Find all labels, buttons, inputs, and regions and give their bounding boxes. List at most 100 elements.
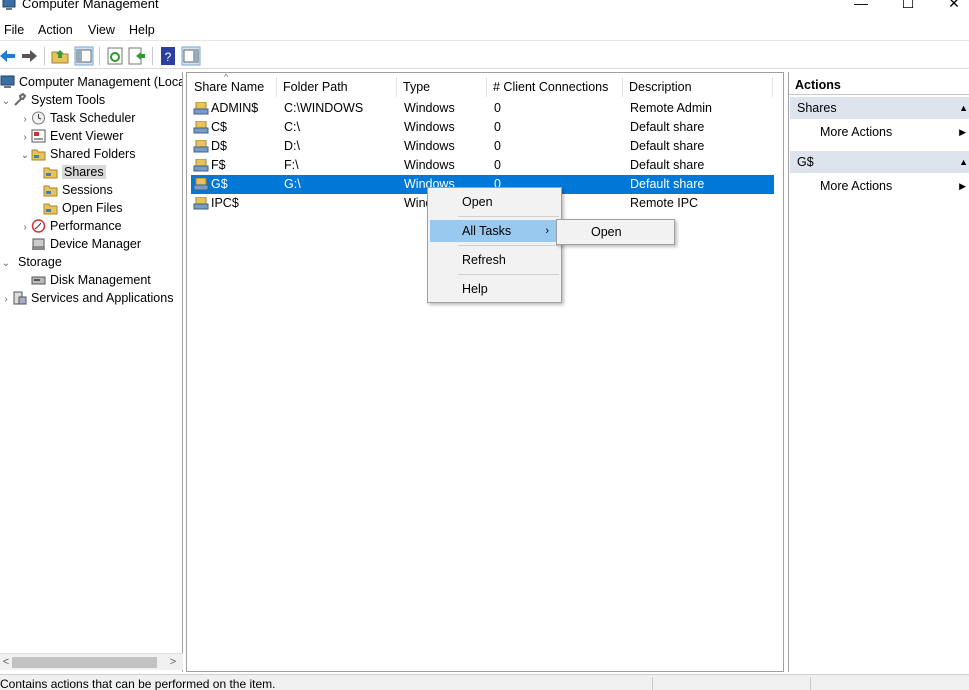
action-more-actions-shares[interactable]: More Actions ▶ <box>820 122 969 142</box>
scroll-right-icon[interactable]: > <box>167 654 179 670</box>
shared-folder-icon <box>31 149 46 161</box>
context-menu: Open All Tasks › Refresh Help <box>427 187 562 303</box>
back-arrow-icon[interactable] <box>0 46 18 66</box>
storage-icon <box>12 255 16 269</box>
tree-item-shared-folders[interactable]: ⌄ Shared Folders <box>19 145 136 165</box>
action-more-actions-g-share[interactable]: More Actions ▶ <box>820 176 969 196</box>
device-manager-icon <box>32 238 45 250</box>
up-folder-icon[interactable] <box>50 46 70 66</box>
tree-item-task-scheduler[interactable]: › Task Scheduler <box>19 109 135 127</box>
column-header-folder-path[interactable]: Folder Path <box>277 77 397 97</box>
window-title: Computer Management <box>22 0 159 11</box>
shares-list-view[interactable]: ^ Share Name Folder Path Type # Client C… <box>186 72 784 672</box>
network-share-icon <box>193 102 209 115</box>
menu-help[interactable]: Help <box>129 23 155 37</box>
network-share-icon <box>193 159 209 172</box>
help-icon[interactable]: ? <box>158 46 178 66</box>
collapse-section-icon[interactable]: ▲ <box>959 97 968 119</box>
status-divider <box>652 677 653 690</box>
tools-icon <box>14 93 27 106</box>
event-viewer-icon <box>31 129 46 143</box>
table-row[interactable]: D$ D:\ Windows 0 Default share <box>191 137 774 156</box>
collapse-chevron-icon[interactable]: ⌄ <box>0 93 12 111</box>
network-share-icon <box>193 178 209 191</box>
shared-folder-icon <box>43 185 58 197</box>
actions-pane: Actions Shares ▲ More Actions ▶ G$ ▲ Mor… <box>788 72 969 672</box>
status-divider <box>810 677 811 690</box>
status-bar: Contains actions that can be performed o… <box>0 674 969 690</box>
forward-arrow-icon[interactable] <box>19 46 39 66</box>
column-header-type[interactable]: Type <box>397 77 487 97</box>
tree-item-shares[interactable]: Shares <box>43 163 106 181</box>
table-row[interactable]: ADMIN$ C:\WINDOWS Windows 0 Remote Admin <box>191 99 774 118</box>
table-row[interactable]: F$ F:\ Windows 0 Default share <box>191 156 774 175</box>
submenu-open[interactable]: Open <box>559 221 672 243</box>
shared-folder-icon <box>43 203 58 215</box>
performance-icon <box>31 219 46 233</box>
actions-section-g-share[interactable]: G$ ▲ <box>790 151 969 173</box>
submenu-arrow-icon: ▶ <box>959 181 966 191</box>
show-hide-console-tree-icon[interactable] <box>74 46 94 66</box>
toolbar: ? <box>0 43 969 69</box>
context-menu-all-tasks[interactable]: All Tasks › <box>430 220 559 242</box>
tree-item-system-tools[interactable]: ⌄ System Tools <box>0 91 105 109</box>
column-header-share-name[interactable]: ^ Share Name <box>188 72 277 97</box>
computer-management-icon <box>2 0 16 10</box>
services-icon <box>13 291 27 305</box>
svg-text:?: ? <box>165 50 172 64</box>
expand-chevron-icon[interactable]: › <box>0 291 12 309</box>
console-tree[interactable]: Computer Management (Local ⌄ System Tools… <box>0 72 183 672</box>
tree-item-open-files[interactable]: Open Files <box>43 199 122 217</box>
computer-icon <box>0 75 15 88</box>
tree-item-sessions[interactable]: Sessions <box>43 181 113 199</box>
expand-chevron-icon[interactable]: › <box>19 219 31 237</box>
toolbar-separator <box>152 47 153 65</box>
tree-item-performance[interactable]: › Performance <box>19 217 121 237</box>
actions-pane-title: Actions <box>789 75 969 95</box>
shared-folder-icon <box>43 167 58 179</box>
menu-bar: File Action View Help <box>0 21 969 41</box>
toolbar-separator <box>99 47 100 65</box>
column-header-description[interactable]: Description <box>623 77 773 97</box>
all-tasks-submenu: Open <box>556 219 675 245</box>
collapse-chevron-icon[interactable]: ⌄ <box>0 255 12 273</box>
submenu-arrow-icon: › <box>545 225 549 237</box>
menu-view[interactable]: View <box>88 23 115 37</box>
close-button[interactable]: ✕ <box>939 0 969 14</box>
menu-separator <box>458 245 559 246</box>
title-bar: Computer Management — ☐ ✕ <box>0 0 969 18</box>
tree-item-services-and-applications[interactable]: › Services and Applications <box>0 289 173 307</box>
tree-item-device-manager[interactable]: Device Manager <box>31 235 141 253</box>
disk-icon <box>31 276 46 285</box>
menu-action[interactable]: Action <box>38 23 73 37</box>
clock-icon <box>32 111 45 125</box>
submenu-arrow-icon: ▶ <box>959 127 966 137</box>
tree-item-storage[interactable]: ⌄ Storage <box>0 253 62 271</box>
show-hide-action-pane-icon[interactable] <box>181 46 201 66</box>
table-row[interactable]: C$ C:\ Windows 0 Default share <box>191 118 774 137</box>
tree-item-event-viewer[interactable]: › Event Viewer <box>19 127 123 145</box>
menu-file[interactable]: File <box>4 23 24 37</box>
network-share-icon <box>193 197 209 210</box>
minimize-button[interactable]: — <box>846 0 876 14</box>
collapse-section-icon[interactable]: ▲ <box>959 151 968 173</box>
tree-item-disk-management[interactable]: Disk Management <box>31 271 151 289</box>
toolbar-separator <box>44 47 45 65</box>
collapse-chevron-icon[interactable]: ⌄ <box>19 147 31 165</box>
status-text: Contains actions that can be performed o… <box>0 677 276 690</box>
menu-separator <box>458 216 559 217</box>
export-list-icon[interactable] <box>127 46 147 66</box>
column-header-client-connections[interactable]: # Client Connections <box>487 77 623 97</box>
actions-section-shares[interactable]: Shares ▲ <box>790 97 969 119</box>
refresh-icon[interactable] <box>105 46 125 66</box>
sort-ascending-icon: ^ <box>224 72 229 82</box>
context-menu-open[interactable]: Open <box>430 191 559 213</box>
context-menu-help[interactable]: Help <box>430 278 559 300</box>
tree-horizontal-scrollbar[interactable]: < > <box>0 653 183 670</box>
context-menu-refresh[interactable]: Refresh <box>430 249 559 271</box>
tree-item-computer-management[interactable]: Computer Management (Local <box>0 73 182 91</box>
maximize-button[interactable]: ☐ <box>893 0 923 14</box>
scrollbar-thumb[interactable] <box>12 657 157 668</box>
scroll-left-icon[interactable]: < <box>0 654 12 670</box>
network-share-icon <box>193 140 209 153</box>
